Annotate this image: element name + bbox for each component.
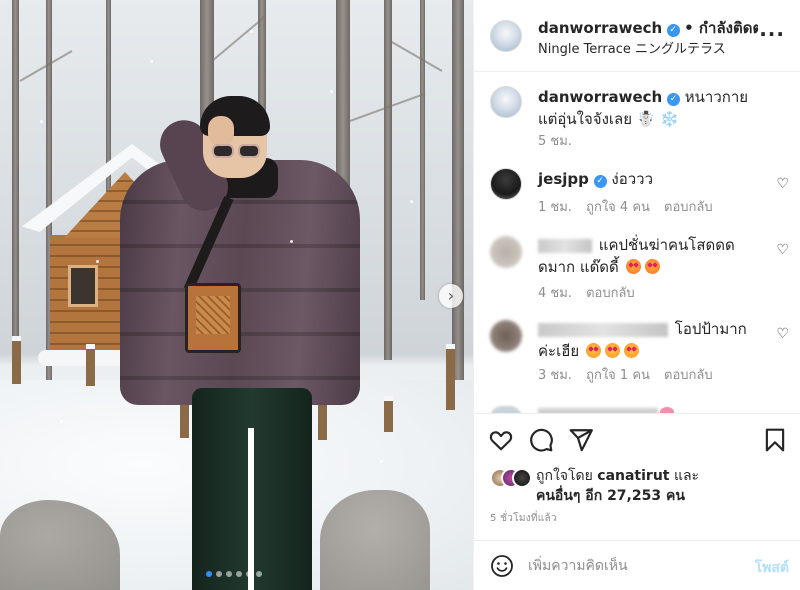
carousel-dot — [236, 571, 242, 577]
comment-text-block: jesjpp ✓ ง่อววว — [538, 168, 758, 190]
commenter-avatar[interactable] — [490, 168, 522, 200]
verified-badge-icon: ✓ — [593, 175, 607, 188]
comment-username[interactable]: jesjpp — [538, 170, 589, 188]
caption-meta: 5 ชม. — [538, 130, 582, 151]
actions-divider — [474, 413, 800, 414]
comment-username-blurred[interactable] — [538, 238, 592, 253]
liker-avatars — [490, 468, 538, 488]
comment-likes[interactable]: ถูกใจ 1 คน — [586, 368, 650, 383]
comment-time[interactable]: 4 ชม. — [538, 286, 572, 301]
liker-username[interactable]: canatirut — [597, 468, 669, 484]
carousel-dot — [256, 571, 262, 577]
comment-meta: 3 ชม. ถูกใจ 1 คน ตอบกลับ — [538, 364, 723, 385]
carousel-next-button[interactable]: › — [439, 284, 463, 308]
verified-badge-icon: ✓ — [667, 93, 680, 106]
likes-others-count[interactable]: คนอื่นๆ อีก 27,253 คน — [536, 488, 685, 504]
heart-eyes-emoji-icon — [604, 343, 620, 358]
person-in-jacket — [120, 96, 360, 590]
crossbody-bag — [185, 283, 241, 353]
post-photo[interactable]: › — [0, 0, 473, 590]
heart-eyes-emoji-icon — [623, 343, 639, 358]
heart-eyes-emoji-icon — [585, 343, 601, 358]
comment-item-partial — [490, 404, 790, 413]
comment-meta: 4 ชม. ตอบกลับ — [538, 282, 645, 303]
comment-reply-button[interactable]: ตอบกลับ — [664, 200, 713, 215]
comment-like-heart-icon[interactable]: ♡ — [776, 176, 789, 192]
carousel-dot — [246, 571, 252, 577]
comment-text: ง่อววว — [611, 170, 654, 188]
caption-time[interactable]: 5 ชม. — [538, 134, 572, 149]
verified-badge-icon: ✓ — [666, 24, 680, 37]
comment-reply-button[interactable]: ตอบกลับ — [586, 286, 635, 301]
fence-post — [384, 396, 393, 432]
tree-trunk — [452, 0, 464, 380]
fence-post — [86, 344, 95, 386]
author-username[interactable]: danworrawech — [538, 19, 662, 37]
tree-branch — [389, 40, 443, 72]
post-comment-button[interactable]: โพสต์ — [755, 557, 789, 579]
likes-prefix: ถูกใจโดย — [536, 468, 593, 484]
fence-post — [12, 336, 21, 384]
caption-username[interactable]: danworrawech — [538, 88, 662, 106]
fence-post — [446, 344, 455, 410]
comment-bubble-icon[interactable] — [528, 427, 554, 453]
comment-meta: 1 ชม. ถูกใจ 4 คน ตอบกลับ — [538, 196, 723, 217]
caption-text-block: danworrawech ✓ หนาวกายแต่อุ่นใจจังเลย ☃️… — [538, 86, 758, 130]
heart-eyes-emoji-icon — [644, 259, 660, 274]
caption-avatar[interactable] — [490, 86, 522, 118]
comment-time[interactable]: 3 ชม. — [538, 368, 572, 383]
carousel-indicator — [206, 571, 262, 577]
save-bookmark-icon[interactable] — [762, 427, 788, 453]
tree-trunk — [420, 0, 425, 300]
comment-like-heart-icon[interactable]: ♡ — [776, 242, 789, 258]
carousel-dot-active — [206, 571, 212, 577]
comment-reply-button[interactable]: ตอบกลับ — [664, 368, 713, 383]
carousel-dot — [216, 571, 222, 577]
likes-connector: และ — [673, 468, 700, 484]
heart-eyes-emoji-icon — [625, 259, 641, 274]
add-comment-bar: โพสต์ — [474, 540, 800, 590]
comment-like-heart-icon[interactable]: ♡ — [776, 326, 789, 342]
author-avatar[interactable] — [490, 20, 522, 52]
commenter-avatar-blurred[interactable] — [490, 320, 522, 352]
post-side-panel: danworrawech ✓ • กำลังติดตา Ningle Terra… — [473, 0, 800, 590]
post-location[interactable]: Ningle Terrace ニングルテラス — [538, 38, 726, 57]
post-timestamp[interactable]: 5 ชั่วโมงที่แล้ว — [490, 511, 557, 526]
following-status[interactable]: • กำลังติดตา — [684, 19, 758, 37]
add-comment-input[interactable] — [528, 554, 728, 578]
post-dialog: › danworrawech ✓ • กำลังติดตา Ningle Ter… — [0, 0, 800, 590]
comment-time[interactable]: 1 ชม. — [538, 200, 572, 215]
comment-username-blurred[interactable] — [538, 322, 668, 337]
carousel-dot — [226, 571, 232, 577]
emoji-smile-icon[interactable] — [490, 554, 514, 578]
comment-text-block: โอปป้ามากค่ะเฮีย — [538, 318, 758, 362]
commenter-avatar-blurred[interactable] — [490, 236, 522, 268]
author-line: danworrawech ✓ • กำลังติดตา — [538, 16, 758, 40]
tree-trunk — [384, 0, 392, 360]
post-header: danworrawech ✓ • กำลังติดตา Ningle Terra… — [474, 0, 800, 72]
like-heart-icon[interactable] — [488, 427, 514, 453]
more-options-icon[interactable]: ··· — [759, 22, 785, 46]
likes-text: ถูกใจโดย canatirut และ คนอื่นๆ อีก 27,25… — [536, 466, 786, 506]
post-actions — [474, 421, 800, 461]
chevron-right-icon: › — [447, 286, 455, 305]
share-paper-plane-icon[interactable] — [568, 427, 594, 453]
comment-likes[interactable]: ถูกใจ 4 คน — [586, 200, 650, 215]
comment-text-block: แคปชั่นฆ่าคนโสดดดดมาก แด๊ดดี้ — [538, 234, 758, 278]
